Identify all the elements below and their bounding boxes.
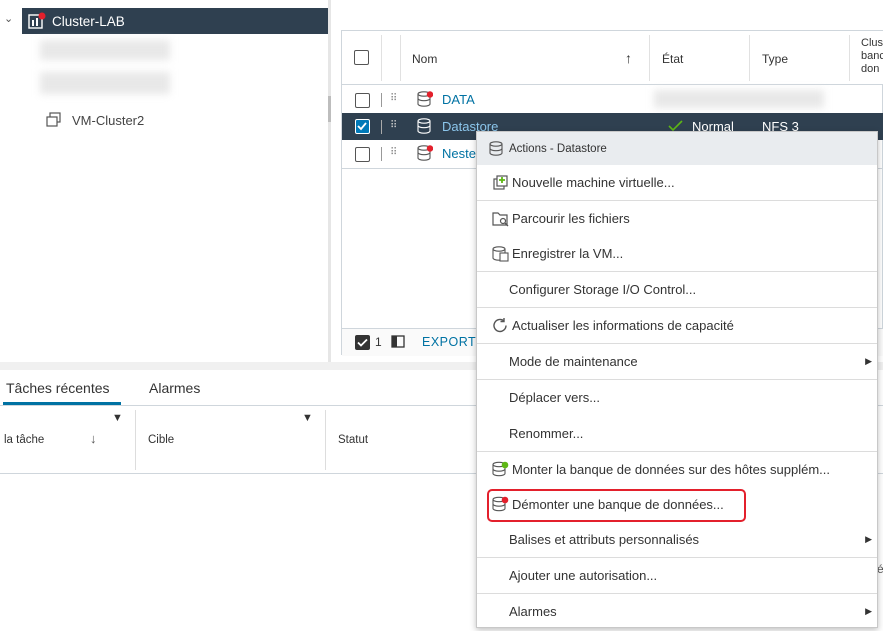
new-vm-icon bbox=[492, 174, 508, 190]
check-icon bbox=[357, 338, 368, 347]
row-checkbox[interactable] bbox=[355, 147, 370, 162]
menu-item-add-permission[interactable]: Ajouter une autorisation... bbox=[477, 558, 877, 592]
select-all-checkbox[interactable] bbox=[354, 50, 369, 65]
datastore-name-link[interactable]: DATA bbox=[442, 92, 475, 107]
column-header-type[interactable]: Type bbox=[762, 52, 788, 66]
tree-item-vm-cluster2[interactable]: VM-Cluster2 bbox=[46, 112, 144, 128]
datastore-icon bbox=[417, 91, 433, 107]
blurred-tree-item bbox=[40, 72, 170, 94]
menu-item-refresh-capacity[interactable]: Actualiser les informations de capacité bbox=[477, 308, 877, 342]
blurred-cell bbox=[654, 90, 824, 108]
context-menu: Actions - Datastore Nouvelle machine vir… bbox=[476, 131, 878, 628]
menu-item-label: Renommer... bbox=[509, 425, 584, 441]
menu-item-label: Monter la banque de données sur des hôte… bbox=[512, 461, 830, 477]
columns-icon[interactable] bbox=[391, 335, 405, 349]
menu-item-storage-io-control[interactable]: Configurer Storage I/O Control... bbox=[477, 272, 877, 306]
column-header-target[interactable]: Cible bbox=[148, 434, 174, 446]
tree-item-label: Cluster-LAB bbox=[52, 13, 125, 29]
chevron-down-icon[interactable]: ⌄ bbox=[4, 12, 13, 25]
menu-item-new-vm[interactable]: Nouvelle machine virtuelle... bbox=[477, 165, 877, 199]
column-header-state[interactable]: État bbox=[662, 52, 683, 66]
submenu-arrow-icon: ▶ bbox=[865, 533, 872, 544]
sort-up-icon[interactable]: ↑ bbox=[625, 50, 632, 66]
table-row[interactable]: ⠿ DATA bbox=[342, 86, 883, 113]
datastore-icon bbox=[489, 141, 503, 156]
menu-item-move-to[interactable]: Déplacer vers... bbox=[477, 380, 877, 414]
tab-recent-tasks[interactable]: Tâches récentes bbox=[6, 380, 110, 396]
cluster-icon bbox=[28, 12, 46, 29]
datastore-icon bbox=[417, 145, 433, 161]
header-line: Clus bbox=[861, 37, 883, 49]
register-vm-icon bbox=[491, 245, 509, 262]
column-header-name[interactable]: Nom bbox=[412, 52, 437, 66]
vm-cluster-icon bbox=[46, 112, 61, 127]
row-checkbox[interactable] bbox=[355, 93, 370, 108]
active-tab-indicator bbox=[3, 402, 121, 405]
context-menu-title: Actions - Datastore bbox=[477, 132, 877, 165]
menu-item-label: Mode de maintenance bbox=[509, 353, 638, 369]
drag-handle-icon[interactable]: ⠿ bbox=[390, 93, 397, 104]
menu-item-rename[interactable]: Renommer... bbox=[477, 416, 877, 450]
menu-item-mount-datastore[interactable]: Monter la banque de données sur des hôte… bbox=[477, 452, 877, 486]
menu-item-tags-attributes[interactable]: Balises et attributs personnalisés ▶ bbox=[477, 522, 877, 556]
panel-divider[interactable] bbox=[328, 0, 331, 362]
tree-item-label: VM-Cluster2 bbox=[72, 112, 145, 128]
column-header-cluster[interactable]: Clus banc don bbox=[861, 37, 883, 76]
export-button[interactable]: EXPORT bbox=[422, 335, 476, 349]
refresh-icon bbox=[492, 317, 507, 332]
drag-handle-icon[interactable]: ⠿ bbox=[390, 147, 397, 158]
menu-item-alarms[interactable]: Alarmes ▶ bbox=[477, 594, 877, 628]
scrollbar[interactable] bbox=[328, 96, 331, 122]
menu-item-label: Balises et attributs personnalisés bbox=[509, 531, 700, 547]
tab-alarms[interactable]: Alarmes bbox=[149, 380, 200, 396]
filter-icon[interactable]: ▼ bbox=[112, 412, 123, 424]
menu-item-browse-files[interactable]: Parcourir les fichiers bbox=[477, 201, 877, 235]
menu-item-label: Actualiser les informations de capacité bbox=[512, 317, 734, 333]
menu-item-maintenance-mode[interactable]: Mode de maintenance ▶ bbox=[477, 344, 877, 378]
datastore-name-link[interactable]: Neste bbox=[442, 146, 476, 161]
sort-down-icon[interactable]: ↓ bbox=[90, 431, 97, 446]
menu-item-label: Enregistrer la VM... bbox=[512, 245, 624, 261]
column-header-task[interactable]: la tâche bbox=[4, 434, 44, 446]
blurred-tree-item bbox=[40, 40, 170, 60]
column-header-status[interactable]: Statut bbox=[338, 434, 368, 446]
annotation-highlight-box bbox=[487, 489, 746, 522]
grid-header: Nom ↑ État Type Clus banc don bbox=[342, 31, 883, 85]
mount-datastore-icon bbox=[491, 461, 508, 476]
menu-item-register-vm[interactable]: Enregistrer la VM... bbox=[477, 236, 877, 270]
menu-item-label: Alarmes bbox=[509, 603, 557, 619]
header-line: banc bbox=[861, 50, 883, 62]
menu-item-label: Déplacer vers... bbox=[509, 389, 601, 405]
header-line: don bbox=[861, 63, 880, 75]
drag-handle-icon[interactable]: ⠿ bbox=[390, 120, 397, 131]
menu-item-label: Parcourir les fichiers bbox=[512, 210, 630, 226]
inventory-tree: ⌄ Cluster-LAB VM-Cluster2 bbox=[0, 0, 330, 362]
filter-icon[interactable]: ▼ bbox=[302, 412, 313, 424]
check-icon bbox=[357, 122, 367, 131]
selected-count-checkbox[interactable] bbox=[355, 335, 370, 350]
submenu-arrow-icon: ▶ bbox=[865, 605, 872, 616]
menu-item-label: Configurer Storage I/O Control... bbox=[509, 281, 697, 297]
menu-item-label: Nouvelle machine virtuelle... bbox=[512, 174, 675, 190]
row-checkbox-checked[interactable] bbox=[355, 119, 370, 134]
menu-item-label: Ajouter une autorisation... bbox=[509, 567, 658, 583]
tree-item-cluster-lab[interactable]: Cluster-LAB bbox=[22, 8, 328, 34]
datastore-icon bbox=[417, 118, 431, 134]
submenu-arrow-icon: ▶ bbox=[865, 355, 872, 366]
menu-title-text: Actions - Datastore bbox=[509, 142, 607, 155]
browse-files-icon bbox=[491, 211, 508, 226]
selected-count: 1 bbox=[375, 335, 382, 349]
